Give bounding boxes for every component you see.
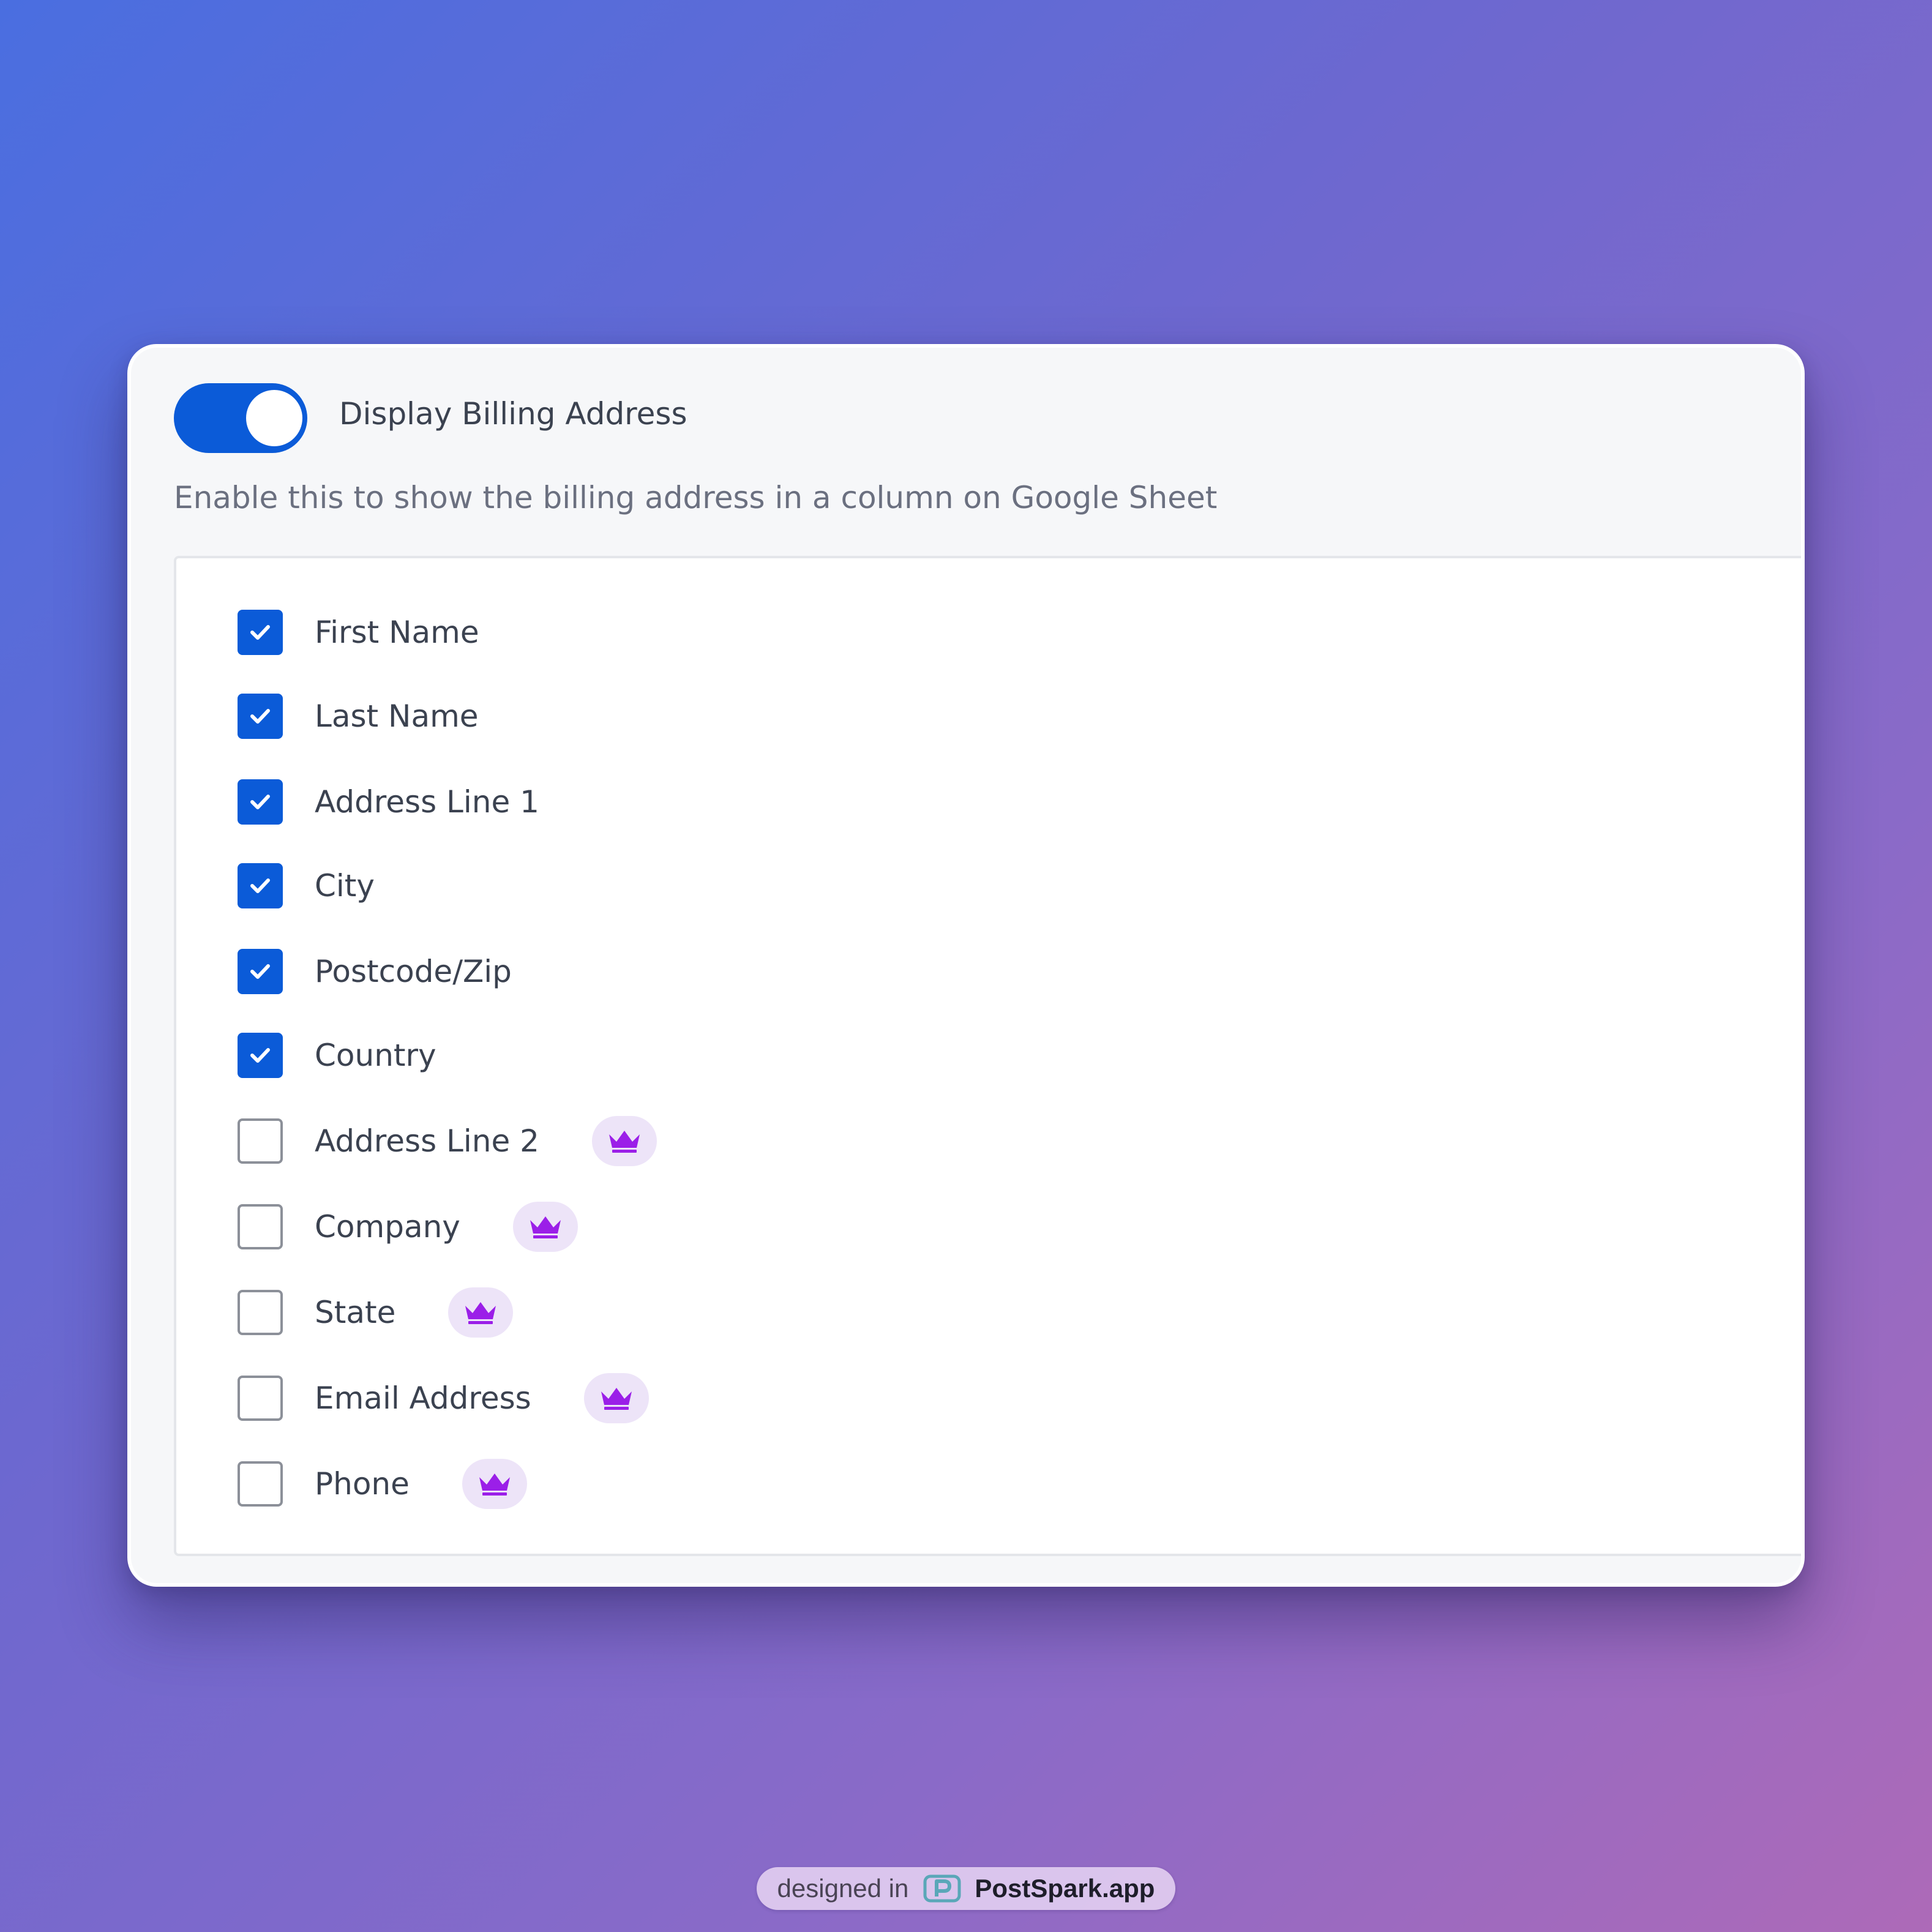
postspark-logo-icon [923,1874,961,1903]
watermark-prefix: designed in [777,1874,909,1903]
crown-icon [601,1388,632,1410]
checkbox-state[interactable] [238,1290,283,1335]
check-icon [250,1048,270,1063]
field-label: Postcode/Zip [315,954,512,989]
field-row-city: City [238,863,375,908]
field-row-phone: Phone [238,1459,527,1509]
checkbox-postcode-zip[interactable] [238,949,283,994]
check-icon [250,795,270,809]
checkbox-address-line-1[interactable] [238,779,283,825]
field-label: Last Name [315,698,479,734]
field-label: First Name [315,615,479,650]
crown-icon [479,1473,510,1496]
toggle-label: Display Billing Address [339,396,687,432]
field-label: Email Address [315,1380,531,1416]
field-label: Address Line 2 [315,1123,539,1159]
pro-badge [583,1373,649,1423]
field-row-first-name: First Name [238,610,479,655]
check-icon [250,625,270,640]
field-row-email-address: Email Address [238,1373,649,1423]
check-icon [250,709,270,724]
field-label: City [315,868,375,904]
watermark-brand: PostSpark.app [975,1874,1155,1903]
field-label: Address Line 1 [315,784,539,820]
pro-badge [591,1116,657,1166]
toggle-description: Enable this to show the billing address … [174,480,1218,515]
field-label: Phone [315,1466,410,1502]
checkbox-phone[interactable] [238,1461,283,1507]
crown-icon [465,1302,496,1324]
crown-icon [608,1131,640,1153]
pro-badge [512,1202,578,1252]
crown-icon [530,1216,561,1238]
billing-fields-panel: First Name Last Name Address Line 1 City [174,556,1801,1556]
field-row-address-line-2: Address Line 2 [238,1116,657,1166]
checkbox-company[interactable] [238,1204,283,1249]
check-icon [250,878,270,893]
field-row-postcode-zip: Postcode/Zip [238,949,512,994]
checkbox-city[interactable] [238,863,283,908]
field-row-last-name: Last Name [238,694,479,739]
display-billing-address-toggle[interactable] [174,383,307,453]
field-label: Country [315,1038,436,1073]
pro-badge [448,1287,514,1338]
settings-card: Display Billing Address Enable this to s… [127,344,1805,1587]
field-label: Company [315,1209,460,1245]
checkbox-address-line-2[interactable] [238,1118,283,1164]
check-icon [250,964,270,979]
checkbox-email-address[interactable] [238,1376,283,1421]
field-row-state: State [238,1287,514,1338]
postspark-watermark[interactable]: designed in PostSpark.app [757,1867,1175,1910]
checkbox-last-name[interactable] [238,694,283,739]
field-row-address-line-1: Address Line 1 [238,779,539,825]
toggle-knob [246,390,302,446]
checkbox-first-name[interactable] [238,610,283,655]
field-row-company: Company [238,1202,578,1252]
checkbox-country[interactable] [238,1033,283,1078]
field-label: State [315,1295,396,1330]
field-row-country: Country [238,1033,436,1078]
pro-badge [462,1459,527,1509]
